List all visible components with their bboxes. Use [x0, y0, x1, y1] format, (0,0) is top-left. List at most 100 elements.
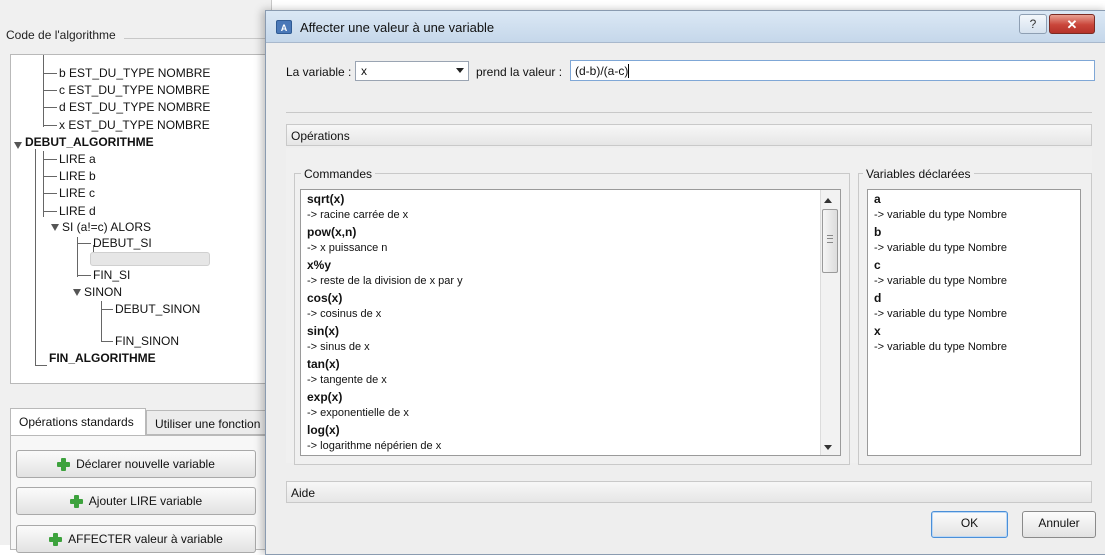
command-modulo-desc: -> reste de la division de x par y	[307, 275, 463, 287]
tree-item-lire-a[interactable]: LIRE a	[59, 152, 96, 166]
help-button[interactable]: ?	[1019, 14, 1047, 34]
declared-variables-title: Variables déclarées	[863, 167, 974, 181]
tree-item-fin-algorithme[interactable]: FIN_ALGORITHME	[49, 351, 156, 365]
dialog-titlebar[interactable]: A Affecter une valeur à une variable ? ✕	[266, 11, 1105, 43]
plus-icon	[49, 532, 63, 546]
tree-item-b-declaration[interactable]: b EST_DU_TYPE NOMBRE	[59, 66, 210, 80]
variable-a[interactable]: a	[874, 192, 881, 206]
tree-connector	[43, 159, 57, 160]
add-read-variable-button[interactable]: Ajouter LIRE variable	[16, 487, 256, 515]
command-cos-desc: -> cosinus de x	[307, 308, 382, 320]
scroll-down-arrow-icon[interactable]	[824, 445, 832, 450]
variable-x[interactable]: x	[874, 324, 881, 338]
declared-variables-list[interactable]: a -> variable du type Nombre b -> variab…	[867, 189, 1081, 456]
variable-d-desc: -> variable du type Nombre	[874, 308, 1007, 320]
triangle-down-icon[interactable]	[73, 289, 81, 296]
tab-standard-operations[interactable]: Opérations standards	[10, 408, 146, 435]
scroll-grip-icon	[827, 238, 833, 239]
commands-list[interactable]: sqrt(x) -> racine carrée de x pow(x,n) -…	[300, 189, 841, 456]
tab-use-function[interactable]: Utiliser une fonction	[146, 410, 276, 435]
variable-c[interactable]: c	[874, 258, 881, 272]
value-label: prend la valeur :	[476, 65, 563, 79]
tree-item-fin-sinon[interactable]: FIN_SINON	[115, 334, 179, 348]
tree-connector	[43, 125, 57, 126]
assign-value-dialog: A Affecter une valeur à une variable ? ✕…	[265, 10, 1105, 555]
tree-item-c-declaration[interactable]: c EST_DU_TYPE NOMBRE	[59, 83, 210, 97]
tree-connector	[101, 309, 113, 310]
tree-item-si[interactable]: SI (a!=c) ALORS	[62, 220, 151, 234]
command-tan-desc: -> tangente de x	[307, 374, 387, 386]
command-pow-desc: -> x puissance n	[307, 242, 388, 254]
help-section-header[interactable]: Aide	[286, 481, 1092, 503]
variable-c-desc: -> variable du type Nombre	[874, 275, 1007, 287]
operations-tabs: Opérations standards Utiliser une foncti…	[10, 408, 276, 436]
plus-icon	[57, 457, 71, 471]
tree-connector	[43, 211, 57, 212]
variable-d[interactable]: d	[874, 291, 881, 305]
command-sqrt-desc: -> racine carrée de x	[307, 209, 409, 221]
variable-b[interactable]: b	[874, 225, 881, 239]
variable-label: La variable :	[286, 65, 352, 79]
close-button[interactable]: ✕	[1049, 14, 1095, 34]
command-tan[interactable]: tan(x)	[307, 357, 340, 371]
dialog-title: Affecter une valeur à une variable	[300, 20, 495, 35]
tree-item-debut-algorithme[interactable]: DEBUT_ALGORITHME	[25, 135, 154, 149]
algorithm-code-header: Code de l'algorithme	[6, 28, 116, 42]
operations-section-header[interactable]: Opérations	[286, 124, 1092, 146]
tree-item-fin-si[interactable]: FIN_SI	[93, 268, 130, 282]
tree-item-d-declaration[interactable]: d EST_DU_TYPE NOMBRE	[59, 100, 210, 114]
tree-item-lire-c[interactable]: LIRE c	[59, 186, 95, 200]
tree-connector	[43, 90, 57, 91]
app-icon: A	[276, 20, 292, 34]
tree-item-lire-b[interactable]: LIRE b	[59, 169, 96, 183]
header-divider	[124, 38, 274, 39]
tree-connector	[101, 301, 102, 341]
triangle-down-icon[interactable]	[51, 224, 59, 231]
tree-connector	[35, 365, 47, 366]
command-exp-desc: -> exponentielle de x	[307, 407, 409, 419]
tree-connector	[43, 176, 57, 177]
tree-connector	[101, 341, 113, 342]
tree-item-x-declaration[interactable]: x EST_DU_TYPE NOMBRE	[59, 118, 210, 132]
declare-variable-button[interactable]: Déclarer nouvelle variable	[16, 450, 256, 478]
declare-variable-label: Déclarer nouvelle variable	[76, 457, 215, 471]
command-exp[interactable]: exp(x)	[307, 390, 342, 404]
algorithm-tree[interactable]: b EST_DU_TYPE NOMBRE c EST_DU_TYPE NOMBR…	[10, 54, 272, 384]
command-sin[interactable]: sin(x)	[307, 324, 339, 338]
chevron-down-icon[interactable]	[456, 68, 464, 73]
commands-group-title: Commandes	[301, 167, 376, 181]
ok-button[interactable]: OK	[931, 511, 1008, 538]
tree-connector	[77, 275, 91, 276]
tree-item-debut-sinon[interactable]: DEBUT_SINON	[115, 302, 200, 316]
command-log[interactable]: log(x)	[307, 423, 340, 437]
scroll-up-arrow-icon[interactable]	[824, 198, 832, 203]
value-input[interactable]: (d-b)/(a-c)	[570, 60, 1095, 81]
tree-item-debut-si[interactable]: DEBUT_SI	[93, 236, 152, 250]
command-pow[interactable]: pow(x,n)	[307, 225, 356, 239]
variable-select[interactable]: x	[355, 61, 469, 81]
separator	[286, 112, 1092, 113]
variable-a-desc: -> variable du type Nombre	[874, 209, 1007, 221]
command-sqrt[interactable]: sqrt(x)	[307, 192, 344, 206]
command-log-desc: -> logarithme népérien de x	[307, 440, 442, 452]
tree-connector	[43, 151, 44, 217]
tree-connector	[35, 149, 36, 365]
variable-b-desc: -> variable du type Nombre	[874, 242, 1007, 254]
tree-empty-line-slot[interactable]	[90, 252, 210, 266]
tree-connector	[43, 107, 57, 108]
tree-item-sinon[interactable]: SINON	[84, 285, 122, 299]
assign-variable-button[interactable]: AFFECTER valeur à variable	[16, 525, 256, 553]
tree-connector	[43, 73, 57, 74]
scroll-grip-icon	[827, 235, 833, 243]
assign-variable-label: AFFECTER valeur à variable	[68, 532, 223, 546]
text-caret	[628, 64, 630, 78]
tree-connector	[77, 243, 91, 244]
cancel-button[interactable]: Annuler	[1022, 511, 1096, 538]
command-cos[interactable]: cos(x)	[307, 291, 342, 305]
tree-item-lire-d[interactable]: LIRE d	[59, 204, 96, 218]
tree-connector	[43, 193, 57, 194]
plus-icon	[69, 494, 83, 508]
command-modulo[interactable]: x%y	[307, 258, 331, 272]
command-sin-desc: -> sinus de x	[307, 341, 370, 353]
triangle-down-icon[interactable]	[14, 142, 22, 149]
